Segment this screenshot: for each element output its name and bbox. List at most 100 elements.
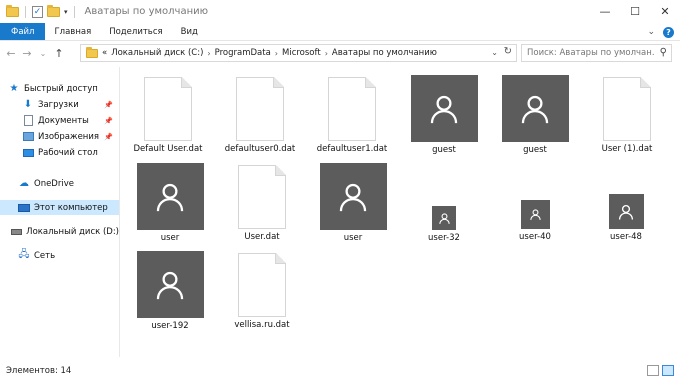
address-bar[interactable]: « Локальный диск (C:) › ProgramData › Mi… — [80, 44, 517, 62]
file-item[interactable]: guest — [401, 75, 487, 155]
title-bar: ✓ ▾ Аватары по умолчанию — ☐ ✕ — [0, 0, 680, 23]
document-icon — [144, 77, 192, 141]
tab-view[interactable]: Вид — [172, 23, 207, 40]
address-dropdown-icon[interactable]: ⌄ — [491, 48, 498, 57]
document-icon — [328, 77, 376, 141]
search-icon[interactable]: ⚲ — [660, 47, 667, 58]
nav-item-this-pc[interactable]: Этот компьютер — [0, 200, 119, 215]
file-name: vellisa.ru.dat — [234, 320, 290, 330]
pin-icon[interactable]: 📌 — [104, 133, 113, 141]
folder-icon — [86, 46, 98, 58]
help-icon[interactable]: ? — [663, 26, 674, 38]
download-icon: ⬇ — [23, 99, 33, 110]
file-item[interactable]: Default User.dat — [125, 77, 211, 154]
refresh-icon[interactable]: ↻ — [504, 46, 512, 57]
customize-toolbar-chevron-icon[interactable]: ▾ — [64, 8, 68, 16]
file-item[interactable]: user-32 — [401, 206, 487, 243]
search-box[interactable]: ⚲ — [521, 44, 672, 62]
file-name: user-32 — [428, 233, 460, 243]
up-button[interactable]: ↑ — [52, 47, 66, 60]
nav-item-downloads[interactable]: ⬇ Загрузки 📌 — [0, 97, 119, 112]
file-item[interactable]: defaultuser1.dat — [309, 77, 395, 154]
window-title: Аватары по умолчанию — [84, 6, 209, 17]
file-name: User.dat — [244, 232, 280, 242]
folder-icon[interactable] — [6, 4, 19, 17]
nav-item-label: Изображения — [38, 131, 100, 142]
expand-ribbon-icon[interactable]: ⌄ — [647, 27, 655, 37]
large-icons-view-icon[interactable] — [662, 365, 674, 376]
nav-item-network[interactable]: 🖧 Сеть — [0, 248, 119, 263]
new-folder-icon[interactable] — [47, 4, 60, 17]
user-avatar-icon — [520, 200, 550, 229]
quick-access-toolbar: ✓ ▾ — [0, 4, 77, 18]
desktop-icon — [22, 147, 34, 158]
tab-file[interactable]: Файл — [0, 23, 46, 40]
file-name: guest — [432, 145, 456, 155]
nav-item-pictures[interactable]: Изображения 📌 — [0, 129, 119, 144]
recent-locations-button[interactable]: ⌄ — [36, 49, 50, 58]
breadcrumb-overflow[interactable]: « — [102, 48, 107, 58]
file-name: User (1).dat — [601, 144, 653, 154]
document-icon — [603, 77, 651, 141]
breadcrumb-separator[interactable]: › — [207, 49, 210, 58]
ribbon-controls: ⌄ ? — [647, 23, 674, 41]
network-icon: 🖧 — [18, 249, 30, 260]
minimize-button[interactable]: — — [590, 0, 620, 23]
file-item[interactable]: user-48 — [583, 194, 669, 242]
maximize-button[interactable]: ☐ — [620, 0, 650, 23]
drive-icon — [11, 226, 23, 237]
file-item[interactable]: User (1).dat — [584, 77, 670, 154]
tab-share[interactable]: Поделиться — [100, 23, 171, 40]
documents-icon — [22, 115, 34, 126]
user-avatar-icon — [319, 163, 387, 230]
user-avatar-icon — [410, 75, 478, 142]
file-item[interactable]: defaultuser0.dat — [217, 77, 303, 154]
nav-item-label: Быстрый доступ — [24, 83, 98, 94]
breadcrumb-item[interactable]: ProgramData — [215, 48, 271, 58]
nav-item-drive-d[interactable]: Локальный диск (D:) — [0, 224, 119, 239]
file-item[interactable]: guest — [492, 75, 578, 155]
nav-item-label: Документы — [38, 115, 89, 126]
file-item[interactable]: user-192 — [127, 251, 213, 331]
item-count: Элементов: 14 — [6, 366, 72, 376]
forward-button[interactable]: → — [20, 47, 34, 60]
file-item[interactable]: vellisa.ru.dat — [219, 253, 305, 330]
nav-item-label: OneDrive — [34, 178, 74, 189]
nav-item-desktop[interactable]: Рабочий стол — [0, 145, 119, 160]
pin-icon[interactable]: 📌 — [104, 117, 113, 125]
close-button[interactable]: ✕ — [650, 0, 680, 23]
file-item[interactable]: user — [310, 163, 396, 243]
breadcrumb-item[interactable]: Локальный диск (C:) — [111, 48, 203, 58]
file-item[interactable]: User.dat — [219, 165, 305, 242]
breadcrumb-item[interactable]: Аватары по умолчанию — [332, 48, 437, 58]
toolbar-divider — [73, 5, 75, 18]
cloud-icon: ☁ — [19, 178, 29, 189]
nav-item-documents[interactable]: Документы 📌 — [0, 113, 119, 128]
file-item[interactable]: user-40 — [492, 200, 578, 242]
file-name: defaultuser0.dat — [224, 144, 296, 154]
search-input[interactable] — [527, 48, 655, 58]
file-view: Default User.dat defaultuser0.dat defaul… — [121, 67, 680, 357]
back-button[interactable]: ← — [4, 47, 18, 60]
user-avatar-icon — [136, 163, 204, 230]
user-avatar-icon — [136, 251, 204, 318]
breadcrumb-separator[interactable]: › — [275, 49, 278, 58]
navigation-buttons: ← → ⌄ ↑ — [0, 47, 66, 60]
tab-home[interactable]: Главная — [45, 23, 100, 40]
properties-icon[interactable]: ✓ — [32, 5, 43, 18]
file-name: user-48 — [610, 232, 642, 242]
pin-icon[interactable]: 📌 — [104, 101, 113, 109]
nav-item-label: Рабочий стол — [38, 147, 98, 158]
nav-item-quick-access[interactable]: ★ Быстрый доступ — [0, 81, 119, 96]
details-view-icon[interactable] — [647, 365, 659, 376]
nav-item-onedrive[interactable]: ☁ OneDrive — [0, 176, 119, 191]
file-item[interactable]: user — [127, 163, 213, 243]
window-controls: — ☐ ✕ — [590, 0, 680, 23]
breadcrumb-separator[interactable]: › — [325, 49, 328, 58]
document-icon — [236, 77, 284, 141]
file-name: user — [160, 233, 180, 243]
star-icon: ★ — [9, 83, 19, 94]
pictures-icon — [22, 131, 34, 142]
document-icon — [238, 253, 286, 317]
breadcrumb-item[interactable]: Microsoft — [282, 48, 321, 58]
